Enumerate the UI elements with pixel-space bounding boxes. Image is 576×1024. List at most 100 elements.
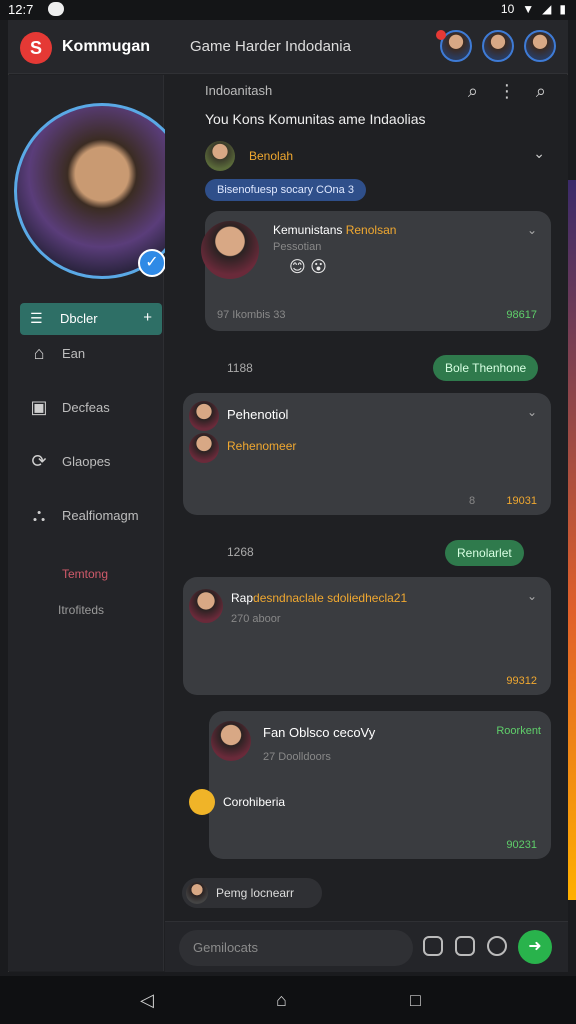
more-vert-icon[interactable]: ⋮ bbox=[498, 81, 516, 102]
avatar[interactable] bbox=[189, 589, 223, 623]
pinned-user-name: Benolah bbox=[249, 149, 294, 163]
message-name-row: Kemunistans Renolsan bbox=[273, 223, 396, 237]
sender-tag: Renolsan bbox=[345, 223, 397, 237]
date-separator: 1188 bbox=[227, 361, 253, 375]
avatar[interactable] bbox=[524, 30, 556, 62]
recents-icon[interactable]: □ bbox=[410, 990, 421, 1011]
status-badge: Roorkent bbox=[496, 725, 541, 737]
message-sub: Pessotian bbox=[273, 241, 322, 253]
status-icons: 10 ▼ ◢ ▮ bbox=[501, 2, 566, 16]
sidebar-item-selected[interactable]: ☰ Dbcler + bbox=[20, 303, 162, 335]
sidebar: ✓ ☰ Dbcler + ⌂ Ean ▣ Decfeas ⟳ Glaopes ⛬… bbox=[8, 75, 190, 971]
reaction-count[interactable]: 19031 bbox=[506, 495, 537, 507]
chevron-down-icon[interactable]: ⌄ bbox=[527, 589, 537, 603]
date-separator: 1268 bbox=[227, 545, 254, 559]
status-bar: 12:7 10 ▼ ◢ ▮ bbox=[0, 0, 576, 20]
message-card: Fan Oblsco cecoVy Roorkent 27 Doolldoors… bbox=[189, 711, 551, 859]
avatar[interactable] bbox=[189, 401, 219, 431]
sidebar-item-realfiomagm[interactable]: ⛬ Realfiomagm bbox=[28, 505, 158, 529]
send-button[interactable]: ➜ bbox=[518, 930, 552, 964]
app-logo-icon[interactable]: S bbox=[20, 32, 52, 64]
emoji-row: 😊 😮 bbox=[289, 259, 327, 276]
side-gradient-edge bbox=[568, 180, 576, 900]
sidebar-item-label: Glaopes bbox=[62, 454, 111, 469]
message-card: Kemunistans Renolsan Pessotian 😊 😮 ⌄ 97 … bbox=[201, 211, 551, 331]
sidebar-item-label: Decfeas bbox=[62, 400, 110, 415]
message-card: Pehenotiol Rehenomeer ⌄ 8 19031 bbox=[183, 393, 551, 515]
sidebar-item-ean[interactable]: ⌂ Ean bbox=[28, 343, 158, 367]
sidebar-footer-red[interactable]: Temtong bbox=[62, 567, 108, 581]
verified-icon: ✓ bbox=[138, 249, 166, 277]
message-name-row: Rapdesndnaclale sdoliedhecla21 bbox=[231, 591, 407, 605]
sidebar-footer-grey[interactable]: Itrofiteds bbox=[58, 603, 104, 617]
sender-name: Fan Oblsco cecoVy bbox=[263, 725, 376, 740]
chat-title: Game Harder Indodania bbox=[190, 38, 351, 55]
avatar bbox=[186, 882, 208, 904]
notification-icon bbox=[48, 2, 64, 16]
member-avatars bbox=[436, 30, 556, 62]
typing-indicator[interactable]: Pemg locnearr bbox=[182, 878, 322, 908]
wifi-icon: ▼ bbox=[522, 2, 535, 16]
reaction-count[interactable]: 99312 bbox=[506, 675, 537, 687]
gallery-icon[interactable] bbox=[455, 936, 475, 956]
app-header: S Kommugan Game Harder Indodania bbox=[8, 20, 568, 74]
avatar bbox=[205, 141, 235, 171]
search-icon[interactable]: ⌕ bbox=[468, 81, 478, 102]
reaction-count[interactable]: 98617 bbox=[506, 309, 537, 321]
app-brand: Kommugan bbox=[62, 38, 150, 55]
sender-name: Rap bbox=[231, 591, 254, 605]
pinned-user[interactable]: Benolah ⌄ bbox=[205, 141, 545, 171]
reaction-count[interactable]: 90231 bbox=[506, 839, 537, 851]
message-meta: 97 Ikombis 33 bbox=[217, 309, 286, 321]
channel-name: You Kons Komunitas ame Indaolias bbox=[205, 111, 426, 127]
chat-header-actions: ⌕ ⋮ ⌕ bbox=[468, 81, 546, 102]
home-icon[interactable]: ⌂ bbox=[276, 990, 287, 1011]
chevron-down-icon[interactable]: ⌄ bbox=[527, 405, 537, 419]
sidebar-item-decfeas[interactable]: ▣ Decfeas bbox=[28, 397, 158, 421]
bag-icon: ▣ bbox=[30, 397, 48, 417]
status-right-text: 10 bbox=[500, 2, 515, 16]
message-card: Rapdesndnaclale sdoliedhecla21 270 aboor… bbox=[183, 577, 551, 695]
message-sub: 27 Doolldoors bbox=[263, 751, 331, 763]
zoom-icon[interactable]: ⌕ bbox=[536, 81, 546, 102]
message-text: Rehenomeer bbox=[227, 439, 297, 453]
person-icon: ⛬ bbox=[32, 505, 46, 525]
chat-header-label: Indoanitash bbox=[205, 83, 273, 98]
attachment-icon[interactable] bbox=[423, 936, 443, 956]
status-time: 12:7 bbox=[8, 2, 34, 17]
avatar[interactable] bbox=[482, 30, 514, 62]
sidebar-item-label: Ean bbox=[62, 346, 86, 361]
sidebar-item-label: Dbcler bbox=[60, 311, 98, 326]
sidebar-item-label: Realfiomagm bbox=[62, 508, 139, 523]
message-input[interactable]: Gemilocats bbox=[179, 930, 413, 966]
chevron-down-icon[interactable]: ⌄ bbox=[533, 145, 545, 162]
emoji-icon[interactable] bbox=[487, 936, 507, 956]
chevron-down-icon[interactable]: ⌄ bbox=[527, 223, 537, 237]
sender-name: Pehenotiol bbox=[227, 407, 289, 422]
sender-tag: desndnaclale sdoliedhecla21 bbox=[253, 591, 408, 605]
status-pill[interactable]: Renolarlet bbox=[445, 540, 524, 566]
add-icon[interactable]: + bbox=[143, 309, 152, 326]
message-sub: 270 aboor bbox=[231, 613, 281, 625]
list-icon: ☰ bbox=[30, 310, 43, 326]
message-meta: 8 bbox=[469, 495, 476, 507]
battery-icon: ▮ bbox=[559, 2, 566, 16]
avatar[interactable] bbox=[436, 30, 472, 62]
avatar[interactable] bbox=[189, 789, 215, 815]
back-icon[interactable]: ◁ bbox=[140, 990, 154, 1011]
chat-area: Indoanitash ⌕ ⋮ ⌕ You Kons Komunitas ame… bbox=[165, 75, 568, 921]
avatar[interactable] bbox=[211, 721, 251, 761]
typing-text: Pemg locnearr bbox=[216, 886, 295, 900]
composer: Gemilocats ➜ bbox=[165, 921, 568, 972]
avatar[interactable] bbox=[189, 433, 219, 463]
profile-avatar[interactable] bbox=[14, 103, 190, 279]
info-pill[interactable]: Bisenofuesp socary COna 3 bbox=[205, 179, 366, 201]
signal-icon: ◢ bbox=[542, 2, 552, 16]
system-navbar: ◁ ⌂ □ bbox=[0, 976, 576, 1024]
sidebar-item-glaopes[interactable]: ⟳ Glaopes bbox=[28, 451, 158, 475]
home-icon: ⌂ bbox=[33, 343, 45, 363]
status-pill[interactable]: Bole Thenhone bbox=[433, 355, 539, 381]
avatar[interactable] bbox=[201, 221, 259, 279]
message-text: Corohiberia bbox=[223, 795, 286, 809]
sender-name: Kemunistans bbox=[273, 223, 343, 237]
